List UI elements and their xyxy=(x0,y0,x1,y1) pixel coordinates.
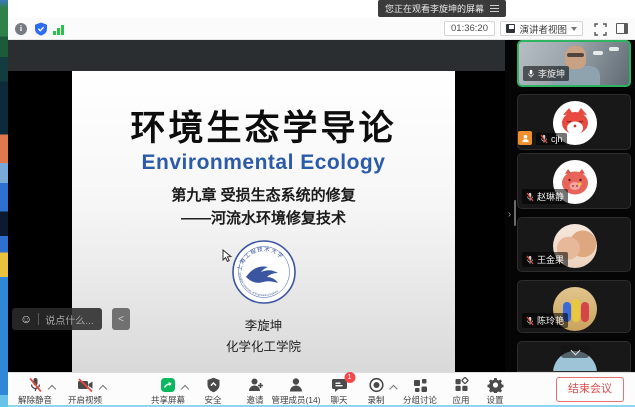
security-button[interactable]: 安全 xyxy=(204,376,221,406)
slide-chapter-line2: ——河流水环境修复技术 xyxy=(181,207,346,228)
camera-off-icon xyxy=(76,377,93,393)
apps-button[interactable]: 应用 xyxy=(452,376,469,406)
desktop-edge-strip xyxy=(0,0,8,407)
meeting-window: 您正在观看李旋坤的屏幕 i 01:36:20 演讲者视图 xyxy=(0,0,635,407)
person-icon xyxy=(289,377,304,393)
shared-screen-area: 环境生态学导论 Environmental Ecology 第九章 受损生态系统… xyxy=(8,40,635,372)
presentation-chrome xyxy=(8,40,505,71)
top-toolbar: i 01:36:20 演讲者视图 xyxy=(8,18,635,40)
participant-name-tag: 王金果 xyxy=(522,252,568,267)
meeting-timer: 01:36:20 xyxy=(444,21,495,36)
emoji-icon[interactable]: ☺ xyxy=(20,313,32,325)
mic-on-icon xyxy=(527,69,535,79)
slide-title: 环境生态学导论 xyxy=(130,111,396,148)
screen-share-tooltip-text: 您正在观看李旋坤的屏幕 xyxy=(385,2,484,15)
sidebar-scrollbar[interactable] xyxy=(514,200,516,226)
chat-button[interactable]: 1 聊天 xyxy=(330,376,347,406)
record-options-caret[interactable] xyxy=(390,384,396,390)
record-icon xyxy=(368,377,384,393)
participant-tile[interactable] xyxy=(517,341,631,372)
breakout-squares-icon xyxy=(412,377,428,393)
tooltip-menu-icon[interactable] xyxy=(490,5,499,12)
settings-button[interactable]: 设置 xyxy=(486,376,503,406)
start-video-button[interactable]: 开启视频 xyxy=(68,376,102,406)
invite-person-icon xyxy=(247,377,263,393)
title-strip: 您正在观看李旋坤的屏幕 xyxy=(8,0,635,18)
apps-icon xyxy=(453,377,469,393)
layout-icon xyxy=(506,24,515,33)
gear-icon xyxy=(487,377,503,393)
share-screen-icon xyxy=(160,377,176,393)
participant-tile[interactable]: 陈玲艳 xyxy=(517,280,631,333)
scroll-more-button[interactable] xyxy=(561,345,589,358)
participant-tile[interactable]: 王金果 xyxy=(517,217,631,272)
university-logo: 上海工程技术大学 Shanghai University of Engineer… xyxy=(231,239,297,310)
network-signal-icon[interactable] xyxy=(53,25,64,35)
slide-subtitle: Environmental Ecology xyxy=(142,151,386,175)
end-meeting-button[interactable]: 结束会议 xyxy=(556,377,624,402)
participant-name-tag: cjh xyxy=(536,133,567,145)
bottom-toolbar: 解除静音 开启视频 共享屏幕 安全 xyxy=(8,372,635,405)
mic-muted-icon xyxy=(526,255,534,265)
participant-tile-video[interactable]: 李旋坤 xyxy=(517,40,631,87)
participants-sidebar: › 李旋坤 xyxy=(505,40,635,372)
chevron-down-icon xyxy=(570,345,580,355)
slide-chapter-line1: 第九章 受损生态系统的修复 xyxy=(171,184,355,205)
participant-name-tag: 赵琳静 xyxy=(522,189,568,204)
record-button[interactable]: 录制 xyxy=(367,376,384,406)
chat-unread-badge: 1 xyxy=(344,372,355,383)
participant-name-tag: 李旋坤 xyxy=(523,66,569,81)
invite-button[interactable]: 邀请 xyxy=(246,376,263,406)
mic-muted-icon xyxy=(540,134,548,144)
screen-share-tooltip: 您正在观看李旋坤的屏幕 xyxy=(378,0,506,17)
participant-tile[interactable]: 赵琳静 xyxy=(517,153,631,209)
manage-members-button[interactable]: 管理成员(14) xyxy=(271,376,320,406)
chat-input-placeholder[interactable]: 说点什么... xyxy=(45,312,93,327)
divider xyxy=(38,313,39,325)
participant-name-tag: 陈玲艳 xyxy=(522,313,568,328)
participant-tile[interactable]: cjh xyxy=(517,94,631,150)
mic-muted-icon xyxy=(526,192,534,202)
mic-muted-icon xyxy=(526,316,534,326)
meeting-info-icon[interactable]: i xyxy=(15,23,27,35)
breakout-rooms-button[interactable]: 分组讨论 xyxy=(403,376,437,406)
shield-icon xyxy=(206,377,220,393)
chevron-down-icon xyxy=(571,27,577,31)
unmute-button[interactable]: 解除静音 xyxy=(18,376,52,406)
share-screen-button[interactable]: 共享屏幕 xyxy=(151,376,185,406)
host-badge-icon xyxy=(518,131,532,145)
video-options-caret[interactable] xyxy=(99,384,105,390)
view-mode-label: 演讲者视图 xyxy=(519,22,567,36)
view-mode-button[interactable]: 演讲者视图 xyxy=(500,21,583,36)
mouse-cursor xyxy=(222,249,232,263)
side-panel-toggle-icon[interactable] xyxy=(616,23,628,34)
sidebar-collapse-handle[interactable]: › xyxy=(505,202,514,226)
chat-bar-collapse-button[interactable]: < xyxy=(112,308,130,330)
mic-options-caret[interactable] xyxy=(48,384,54,390)
slide-presenter-name: 李旋坤 xyxy=(245,315,283,334)
quick-chat-bar[interactable]: ☺ 说点什么... xyxy=(12,308,102,330)
share-options-caret[interactable] xyxy=(182,384,188,390)
security-shield-icon[interactable] xyxy=(34,22,48,36)
mic-muted-icon xyxy=(27,377,42,393)
slide-department: 化学化工学院 xyxy=(226,336,301,355)
fullscreen-icon[interactable] xyxy=(594,23,607,36)
